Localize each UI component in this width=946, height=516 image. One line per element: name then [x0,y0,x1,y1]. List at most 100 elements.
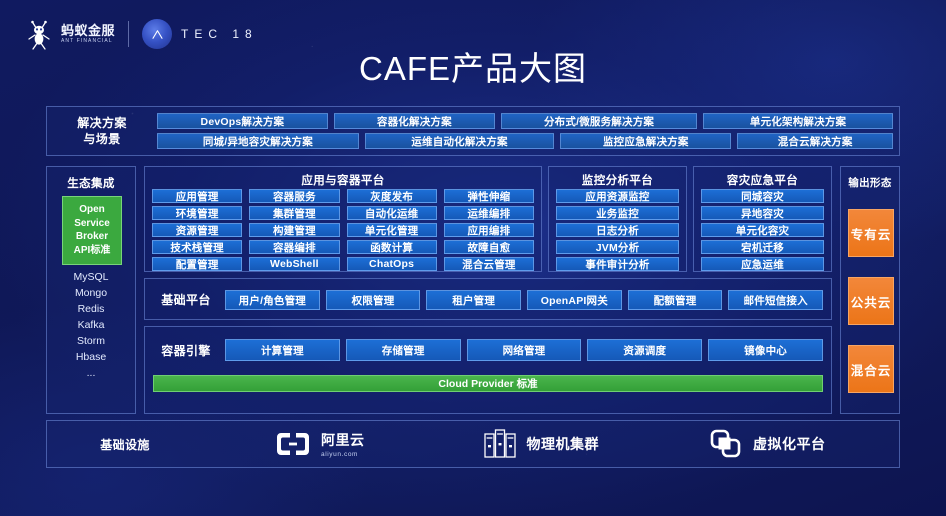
app-platform-chip[interactable]: 应用编排 [443,223,534,237]
solutions-label-line2: 与场景 [83,132,121,147]
solution-chip[interactable]: 运维自动化解决方案 [364,133,555,149]
osb-line-3: Broker [75,231,109,242]
aliyun-logo-icon [277,433,309,455]
atec-event-label: TEC 18 [181,27,258,41]
output-form-box[interactable]: 公共云 [848,277,894,325]
app-platform-chip[interactable]: WebShell [249,257,340,271]
app-platform-chip[interactable]: 构建管理 [249,223,340,237]
dr-platform-list: 同城容灾 异地容灾 单元化容灾 宕机迁移 应急运维 [701,189,824,271]
solutions-label-line1: 解决方案 [77,116,127,130]
infrastructure-item-virtualization: 虚拟化平台 [709,428,826,460]
solutions-grid: DevOps解决方案 容器化解决方案 分布式/微服务解决方案 单元化架构解决方案… [157,113,893,149]
osb-line-4: API标准 [73,244,111,256]
monitor-platform-chip[interactable]: 日志分析 [556,223,679,237]
infrastructure-item-physical-cluster: 物理机集群 [483,428,600,460]
center-stack: 应用与容器平台 应用管理 容器服务 灰度发布 弹性伸缩 环境管理 集群管理 自动… [144,166,832,414]
osb-line-2: Service [74,217,110,229]
container-engine-chip[interactable]: 存储管理 [345,339,461,361]
platforms-row: 应用与容器平台 应用管理 容器服务 灰度发布 弹性伸缩 环境管理 集群管理 自动… [144,166,832,272]
dr-platform-chip[interactable]: 同城容灾 [701,189,824,203]
solution-chip[interactable]: 同城/异地容灾解决方案 [157,133,359,149]
app-platform-chip[interactable]: 混合云管理 [443,257,534,271]
solution-chip[interactable]: 单元化架构解决方案 [703,113,893,129]
osb-line-1: Open [79,204,105,215]
monitor-platform-list: 应用资源监控 业务监控 日志分析 JVM分析 事件审计分析 [556,189,679,271]
monitor-platform-chip[interactable]: JVM分析 [556,240,679,254]
app-platform-chip[interactable]: 技术栈管理 [152,240,243,254]
infrastructure-panel: 基础设施 阿里云 aliyun.com 物理机集群 虚拟化平台 [46,420,900,468]
infrastructure-item-name: 物理机集群 [526,436,599,452]
container-engine-chip[interactable]: 网络管理 [466,339,582,361]
monitor-platform-chip[interactable]: 应用资源监控 [556,189,679,203]
app-platform-chip[interactable]: 灰度发布 [346,189,437,203]
app-platform-chip[interactable]: 容器服务 [249,189,340,203]
output-form-box[interactable]: 专有云 [848,209,894,257]
solution-chip[interactable]: 分布式/微服务解决方案 [500,113,698,129]
app-platform-chip[interactable]: 函数计算 [346,240,437,254]
ecosystem-item: Storm [76,335,105,347]
ecosystem-item: Redis [77,303,105,315]
app-platform-chip[interactable]: 应用管理 [152,189,243,203]
app-platform-chip[interactable]: 资源管理 [152,223,243,237]
container-engine-chip[interactable]: 资源调度 [587,339,703,361]
monitor-platform-chip[interactable]: 事件审计分析 [556,257,679,271]
monitor-platform-chip[interactable]: 业务监控 [556,206,679,220]
app-platform-chip[interactable]: 集群管理 [249,206,340,220]
base-platform-chip[interactable]: 配额管理 [627,290,723,310]
solutions-panel: 解决方案 与场景 DevOps解决方案 容器化解决方案 分布式/微服务解决方案 … [46,106,900,156]
ecosystem-panel: 生态集成 Open Service Broker API标准 MySQL Mon… [46,166,136,414]
slide-root: 蚂蚁金服 ANT FINANCIAL TEC 18 CAFE产品大图 解决方案 … [0,0,946,516]
infrastructure-item-aliyun: 阿里云 aliyun.com [275,429,365,459]
cloud-provider-standard-bar: Cloud Provider 标准 [153,375,823,392]
virtualization-icon [710,429,741,458]
container-engine-chip[interactable]: 计算管理 [225,339,340,361]
base-platform-label: 基础平台 [161,293,211,307]
ecosystem-item: ... [86,367,96,379]
output-forms-panel: 输出形态 专有云 公共云 混合云 [840,166,900,414]
base-platform-chip[interactable]: 权限管理 [325,290,421,310]
application-container-platform-panel: 应用与容器平台 应用管理 容器服务 灰度发布 弹性伸缩 环境管理 集群管理 自动… [144,166,542,272]
server-rack-icon [483,429,516,458]
monitor-platform-title: 监控分析平台 [581,175,654,187]
base-platform-panel: 基础平台 用户/角色管理 权限管理 租户管理 OpenAPI网关 配额管理 邮件… [144,278,832,320]
output-forms-title: 输出形态 [848,177,892,189]
monitoring-analysis-platform-panel: 监控分析平台 应用资源监控 业务监控 日志分析 JVM分析 事件审计分析 [548,166,687,272]
dr-platform-chip[interactable]: 宕机迁移 [701,240,824,254]
ecosystem-item-list: MySQL Mongo Redis Kafka Storm Hbase ... [47,271,135,379]
atec-a-mark-icon [151,29,163,39]
app-platform-chip[interactable]: 单元化管理 [346,223,437,237]
infrastructure-item-sub: aliyun.com [321,451,359,458]
app-platform-chip[interactable]: 自动化运维 [346,206,437,220]
solutions-label: 解决方案 与场景 [59,115,145,147]
solution-chip[interactable]: 监控应急解决方案 [560,133,732,149]
base-platform-chip[interactable]: 租户管理 [426,290,522,310]
container-engine-chip[interactable]: 镜像中心 [708,339,823,361]
app-platform-chip[interactable]: 环境管理 [152,206,243,220]
solution-chip[interactable]: 混合云解决方案 [737,133,893,149]
dr-platform-chip[interactable]: 单元化容灾 [701,223,824,237]
ecosystem-item: MySQL [73,271,109,283]
base-platform-chip[interactable]: 邮件短信接入 [728,290,824,310]
app-platform-chip[interactable]: 配置管理 [152,257,243,271]
app-platform-title: 应用与容器平台 [301,175,385,187]
app-platform-chip[interactable]: 弹性伸缩 [443,189,534,203]
app-platform-chip[interactable]: 运维编排 [443,206,534,220]
app-platform-chip[interactable]: ChatOps [346,257,437,271]
app-platform-chip[interactable]: 故障自愈 [443,240,534,254]
solution-chip[interactable]: 容器化解决方案 [333,113,495,129]
base-platform-chip[interactable]: OpenAPI网关 [527,290,622,310]
dr-platform-chip[interactable]: 应急运维 [701,257,824,271]
ecosystem-title: 生态集成 [67,178,115,190]
dr-platform-chip[interactable]: 异地容灾 [701,206,824,220]
brand-name-cn: 蚂蚁金服 [61,22,116,38]
base-platform-chip[interactable]: 用户/角色管理 [225,290,320,310]
solution-chip[interactable]: DevOps解决方案 [157,113,328,129]
ecosystem-item: Kafka [77,319,105,331]
ecosystem-item: Mongo [74,287,108,299]
open-service-broker-badge: Open Service Broker API标准 [62,196,122,265]
output-form-box[interactable]: 混合云 [848,345,894,393]
aliyun-text-block: 阿里云 aliyun.com [321,430,365,458]
infrastructure-items: 阿里云 aliyun.com 物理机集群 虚拟化平台 [217,421,889,467]
infrastructure-item-name: 虚拟化平台 [753,436,826,452]
app-platform-chip[interactable]: 容器编排 [249,240,340,254]
